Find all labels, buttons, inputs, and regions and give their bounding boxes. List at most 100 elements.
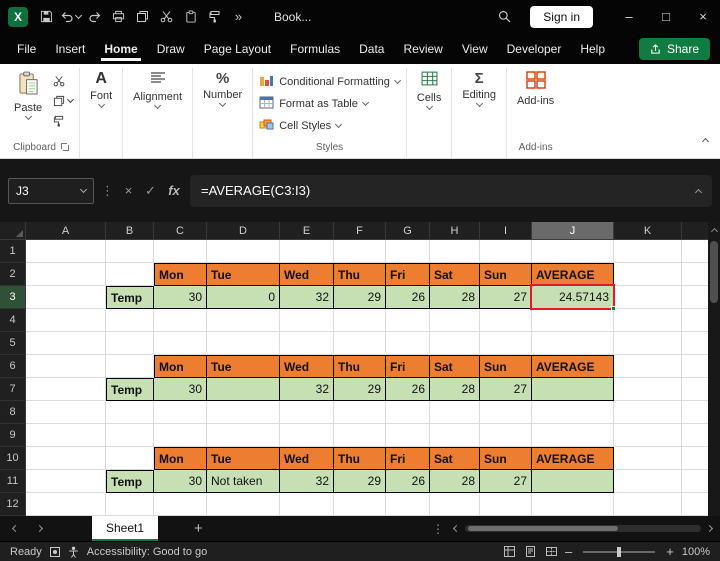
- cell-D11[interactable]: Not taken: [207, 470, 280, 493]
- cell[interactable]: [614, 355, 682, 378]
- cell-E10[interactable]: Wed: [280, 447, 334, 470]
- cells-dropdown-icon[interactable]: [425, 102, 433, 111]
- zoom-slider-thumb[interactable]: [617, 546, 622, 557]
- cell[interactable]: [106, 493, 154, 516]
- cell[interactable]: [26, 447, 106, 470]
- row-header-7[interactable]: 7: [0, 378, 26, 401]
- cell-D2[interactable]: Tue: [207, 263, 280, 286]
- font-button[interactable]: A Font: [86, 68, 116, 109]
- cell[interactable]: [154, 424, 207, 447]
- cell[interactable]: [106, 240, 154, 263]
- cell[interactable]: [106, 355, 154, 378]
- tab-insert[interactable]: Insert: [54, 34, 86, 64]
- cell-I3[interactable]: 27: [480, 286, 532, 309]
- cell[interactable]: [614, 401, 682, 424]
- cell-B7[interactable]: Temp: [106, 378, 154, 401]
- cell[interactable]: [386, 332, 430, 355]
- undo-dropdown-icon[interactable]: [74, 11, 83, 19]
- cell-J2[interactable]: AVERAGE: [532, 263, 614, 286]
- row-header-2[interactable]: 2: [0, 263, 26, 286]
- name-box[interactable]: J3: [8, 177, 94, 204]
- cancel-icon[interactable]: ×: [121, 183, 136, 198]
- cell[interactable]: [614, 286, 682, 309]
- copy-icon[interactable]: [53, 95, 75, 107]
- cell-G3[interactable]: 26: [386, 286, 430, 309]
- cell-C2[interactable]: Mon: [154, 263, 207, 286]
- name-box-dropdown-icon[interactable]: [79, 185, 88, 193]
- cell-F6[interactable]: Thu: [334, 355, 386, 378]
- cell-E11[interactable]: 32: [280, 470, 334, 493]
- cell-B11[interactable]: Temp: [106, 470, 154, 493]
- editing-button[interactable]: Σ Editing: [458, 68, 500, 108]
- cell[interactable]: [614, 493, 682, 516]
- cell[interactable]: [26, 401, 106, 424]
- cell[interactable]: [532, 332, 614, 355]
- cell[interactable]: [26, 378, 106, 401]
- cell-I11[interactable]: 27: [480, 470, 532, 493]
- v-scroll-thumb[interactable]: [710, 241, 718, 303]
- cell[interactable]: [430, 401, 480, 424]
- cell[interactable]: [207, 240, 280, 263]
- cell[interactable]: [334, 309, 386, 332]
- cell-G7[interactable]: 26: [386, 378, 430, 401]
- cell-I10[interactable]: Sun: [480, 447, 532, 470]
- cell-I7[interactable]: 27: [480, 378, 532, 401]
- status-ready[interactable]: Ready: [10, 546, 42, 558]
- cell-J10[interactable]: AVERAGE: [532, 447, 614, 470]
- scroll-left-icon[interactable]: [452, 524, 461, 533]
- cell-F10[interactable]: Thu: [334, 447, 386, 470]
- fill-handle[interactable]: [611, 306, 616, 311]
- cell[interactable]: [154, 332, 207, 355]
- normal-view-icon[interactable]: [504, 546, 516, 557]
- cell[interactable]: [26, 493, 106, 516]
- qat-overflow-icon[interactable]: »: [228, 6, 249, 28]
- tab-formulas[interactable]: Formulas: [289, 34, 341, 64]
- cell[interactable]: [280, 424, 334, 447]
- cell[interactable]: [106, 263, 154, 286]
- cell[interactable]: [26, 355, 106, 378]
- add-sheet-button[interactable]: +: [194, 520, 203, 537]
- collapse-ribbon-icon[interactable]: [701, 131, 710, 149]
- cell[interactable]: [207, 424, 280, 447]
- cell-C3[interactable]: 30: [154, 286, 207, 309]
- cell[interactable]: [480, 424, 532, 447]
- cell-I2[interactable]: Sun: [480, 263, 532, 286]
- cell[interactable]: [207, 493, 280, 516]
- cell[interactable]: [430, 240, 480, 263]
- formula-input[interactable]: =AVERAGE(C3:I3): [190, 174, 712, 207]
- select-all-corner[interactable]: [0, 222, 26, 240]
- tab-help[interactable]: Help: [579, 34, 606, 64]
- col-header-C[interactable]: C: [154, 222, 207, 240]
- cell-E7[interactable]: 32: [280, 378, 334, 401]
- tab-view[interactable]: View: [461, 34, 489, 64]
- share-button[interactable]: Share: [638, 37, 710, 60]
- cell-G10[interactable]: Fri: [386, 447, 430, 470]
- cell-J11[interactable]: [532, 470, 614, 493]
- col-header-I[interactable]: I: [480, 222, 532, 240]
- col-header-A[interactable]: A: [26, 222, 106, 240]
- name-box-value[interactable]: J3: [16, 184, 81, 198]
- row-header-3[interactable]: 3: [0, 286, 26, 309]
- accessibility-icon[interactable]: [68, 546, 79, 558]
- cell-E6[interactable]: Wed: [280, 355, 334, 378]
- scroll-up-icon[interactable]: [710, 227, 718, 236]
- format-painter-icon[interactable]: [204, 6, 225, 28]
- sheet-nav-right-icon[interactable]: [32, 524, 46, 533]
- format-as-table-button[interactable]: Format as Table: [259, 93, 369, 115]
- cell-C10[interactable]: Mon: [154, 447, 207, 470]
- cell-H11[interactable]: 28: [430, 470, 480, 493]
- cell[interactable]: [614, 470, 682, 493]
- tab-data[interactable]: Data: [358, 34, 385, 64]
- cell[interactable]: [26, 309, 106, 332]
- h-scroll-thumb[interactable]: [468, 526, 618, 531]
- cut-icon[interactable]: [53, 75, 73, 87]
- cell-styles-dropdown-icon[interactable]: [335, 120, 343, 129]
- cell[interactable]: [280, 493, 334, 516]
- cell[interactable]: [106, 332, 154, 355]
- cell-G11[interactable]: 26: [386, 470, 430, 493]
- cell-E2[interactable]: Wed: [280, 263, 334, 286]
- paste-dropdown-icon[interactable]: [24, 112, 32, 121]
- row-header-5[interactable]: 5: [0, 332, 26, 355]
- cell[interactable]: [154, 240, 207, 263]
- cell-H2[interactable]: Sat: [430, 263, 480, 286]
